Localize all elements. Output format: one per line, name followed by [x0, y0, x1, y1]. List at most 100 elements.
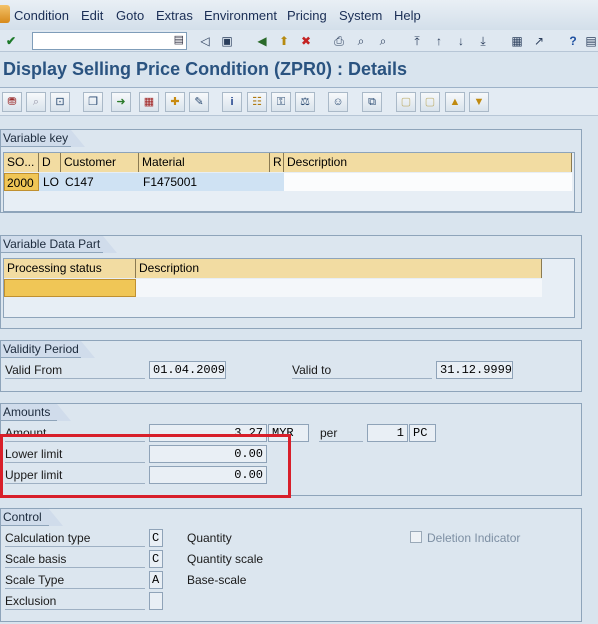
exit-icon[interactable]: ⬆ [275, 32, 293, 50]
scale-basis-label: Scale basis [5, 552, 67, 566]
shortcut-icon[interactable]: ↗ [530, 32, 548, 50]
menu-goto[interactable]: Goto [116, 8, 144, 23]
hierarchy-icon[interactable]: ☷ [247, 92, 267, 112]
valid-from-field[interactable]: 01.04.2009 [149, 361, 226, 379]
key-icon[interactable]: ⚿ [271, 92, 291, 112]
move-icon[interactable]: ➜ [111, 92, 131, 112]
scale-basis-field[interactable]: C [149, 550, 163, 568]
condition-record-icon[interactable]: ⛃ [2, 92, 22, 112]
person-icon[interactable]: ☺ [328, 92, 348, 112]
variable-data-tab: Variable Data Part [1, 236, 117, 253]
variable-data-group: Variable Data Part Processing status Des… [0, 235, 582, 329]
menu-help[interactable]: Help [394, 8, 421, 23]
deletion-indicator-label: Deletion Indicator [427, 531, 521, 545]
amounts-tab: Amounts [1, 404, 71, 421]
col-sales-org[interactable]: SO... [4, 153, 39, 172]
valid-to-field[interactable]: 31.12.9999 [436, 361, 513, 379]
disabled-icon-1: ▢ [396, 92, 416, 112]
col-customer[interactable]: Customer [61, 153, 139, 172]
cell-distribution[interactable]: LO [41, 173, 63, 191]
menu-extras[interactable]: Extras [156, 8, 193, 23]
cell-processing-status[interactable] [4, 279, 136, 297]
find-icon[interactable]: ⌕ [352, 32, 370, 50]
menu-system[interactable]: System [339, 8, 382, 23]
first-page-icon[interactable]: ⤒ [408, 32, 426, 50]
validity-tab: Validity Period [1, 341, 95, 358]
valid-from-label: Valid From [5, 363, 63, 377]
scales-icon[interactable]: ⚖ [295, 92, 315, 112]
per-quantity-field[interactable]: 1 [367, 424, 408, 442]
validity-group: Validity Period Valid From 01.04.2009 Va… [0, 340, 582, 392]
scale-type-underline [5, 588, 145, 589]
menu-edit[interactable]: Edit [81, 8, 103, 23]
col-r[interactable]: R [270, 153, 284, 172]
calculation-type-field[interactable]: C [149, 529, 163, 547]
last-page-icon[interactable]: ⤓ [474, 32, 492, 50]
cancel-icon[interactable]: ✖ [297, 32, 315, 50]
page-title: Display Selling Price Condition (ZPR0) :… [3, 59, 408, 79]
menu-bar: Condition Edit Goto Extras Environment P… [0, 0, 598, 30]
col-data-description[interactable]: Description [136, 259, 542, 278]
cell-sales-org[interactable]: 2000 [4, 173, 39, 191]
exclusion-field[interactable] [149, 592, 163, 610]
save-icon[interactable]: ▣ [218, 32, 236, 50]
previous-page-icon[interactable]: ↑ [430, 32, 448, 50]
gift-icon[interactable]: ✚ [165, 92, 185, 112]
deletion-indicator-checkbox [410, 531, 422, 543]
details-icon[interactable]: ⧉ [362, 92, 382, 112]
back-icon[interactable]: ◀ [253, 32, 271, 50]
menu-pricing[interactable]: Pricing [287, 8, 327, 23]
calculation-type-underline [5, 546, 145, 547]
overview-icon[interactable]: ⊡ [50, 92, 70, 112]
valid-from-underline [5, 378, 145, 379]
variable-key-group: Variable key SO... D Customer Material R… [0, 129, 582, 213]
menu-environment[interactable]: Environment [204, 8, 277, 23]
scroll-down-icon[interactable]: ▼ [469, 92, 489, 112]
variable-data-table: Processing status Description [3, 258, 575, 318]
back-arrow-icon[interactable]: ◁ [196, 32, 214, 50]
per-underline [319, 441, 363, 442]
calendar-icon[interactable]: ▦ [139, 92, 159, 112]
copy-icon[interactable]: ❐ [83, 92, 103, 112]
create-session-icon[interactable]: ▦ [508, 32, 526, 50]
standard-toolbar: ✔ ▤ ◁ ▣ ◀ ⬆ ✖ ⎙ ⌕ ⌕ ⤒ ↑ ↓ ⤓ ▦ ↗ ? ▤ [0, 30, 598, 52]
help-icon[interactable]: ? [564, 32, 582, 50]
control-tab: Control [1, 509, 63, 526]
scale-type-label: Scale Type [5, 573, 65, 587]
enter-check-icon[interactable]: ✔ [2, 32, 20, 50]
highlight-box [0, 434, 291, 498]
col-processing-status[interactable]: Processing status [4, 259, 136, 278]
print-icon[interactable]: ⎙ [330, 32, 348, 50]
disabled-icon-2: ▢ [420, 92, 440, 112]
cell-customer[interactable]: C147 [63, 173, 139, 191]
cell-data-description [136, 279, 542, 297]
scroll-up-icon[interactable]: ▲ [445, 92, 465, 112]
scale-type-field[interactable]: A [149, 571, 163, 589]
control-group: Control Calculation type C Quantity Scal… [0, 508, 582, 622]
command-history-icon[interactable]: ▤ [174, 33, 184, 46]
menu-condition[interactable]: Condition [14, 8, 69, 23]
variable-key-table: SO... D Customer Material R Description … [3, 152, 575, 212]
layout-menu-icon[interactable]: ▤ [582, 32, 598, 50]
col-description[interactable]: Description [284, 153, 572, 172]
scale-basis-underline [5, 567, 145, 568]
scale-basis-text: Quantity scale [187, 552, 264, 566]
col-material[interactable]: Material [139, 153, 270, 172]
per-label: per [320, 426, 338, 440]
edit-icon[interactable]: ✎ [189, 92, 209, 112]
application-toolbar: ⛃ ⌕ ⊡ ❐ ➜ ▦ ✚ ✎ i ☷ ⚿ ⚖ ☺ ⧉ ▢ ▢ ▲ ▼ [0, 88, 598, 116]
next-page-icon[interactable]: ↓ [452, 32, 470, 50]
find-next-icon[interactable]: ⌕ [374, 32, 392, 50]
valid-to-underline [292, 378, 432, 379]
cell-description [284, 173, 572, 191]
valid-to-label: Valid to [292, 363, 332, 377]
cell-material[interactable]: F1475001 [141, 173, 269, 191]
command-field[interactable]: ▤ [32, 32, 187, 50]
sap-menu-icon[interactable] [0, 5, 10, 23]
calculation-type-label: Calculation type [5, 531, 91, 545]
unit-field[interactable]: PC [409, 424, 436, 442]
col-distribution[interactable]: D [39, 153, 61, 172]
exclusion-underline [5, 609, 145, 610]
calculation-type-text: Quantity [187, 531, 232, 545]
info-icon[interactable]: i [222, 92, 242, 112]
